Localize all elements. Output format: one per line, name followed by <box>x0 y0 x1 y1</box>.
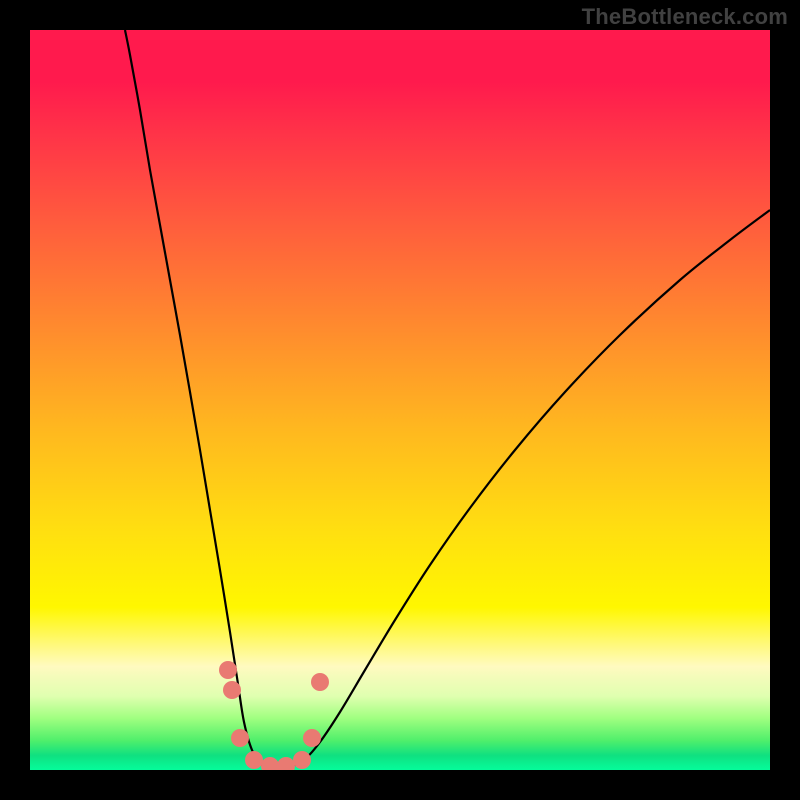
marker-dot <box>261 757 279 770</box>
chart-svg <box>30 30 770 770</box>
outer-frame: TheBottleneck.com <box>0 0 800 800</box>
marker-dot <box>311 673 329 691</box>
marker-dot <box>303 729 321 747</box>
marker-dot <box>293 751 311 769</box>
watermark-text: TheBottleneck.com <box>582 4 788 30</box>
marker-dot <box>219 661 237 679</box>
curve-left-curve <box>125 30 274 770</box>
plot-area <box>30 30 770 770</box>
marker-dot <box>231 729 249 747</box>
curve-right-curve <box>274 210 770 770</box>
marker-dot <box>245 751 263 769</box>
marker-dot <box>223 681 241 699</box>
marker-dot <box>277 757 295 770</box>
